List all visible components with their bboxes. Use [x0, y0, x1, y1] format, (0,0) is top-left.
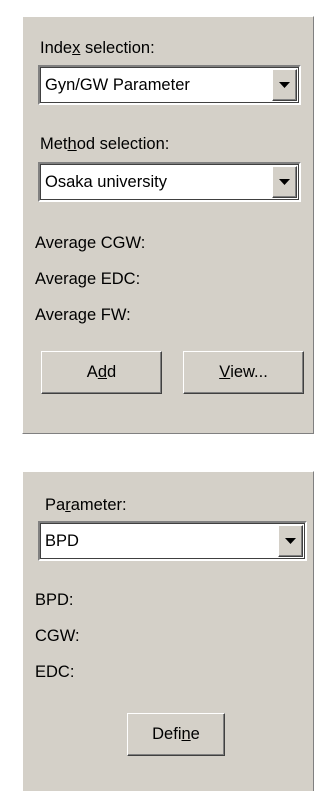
- add-button[interactable]: Add: [41, 351, 162, 394]
- method-dropdown-button[interactable]: [272, 166, 297, 198]
- average-cgw-label: Average CGW:: [35, 234, 146, 252]
- parameter-dropdown[interactable]: BPD: [38, 521, 307, 561]
- index-selection-label: Index selection:: [40, 39, 155, 57]
- parameter-value: BPD: [45, 531, 79, 550]
- view-button[interactable]: View...: [183, 351, 304, 394]
- method-selection-value: Osaka university: [45, 172, 167, 191]
- chevron-down-icon: [285, 537, 296, 544]
- parameter-dropdown-button[interactable]: [278, 525, 303, 557]
- chevron-down-icon: [279, 81, 290, 88]
- define-button[interactable]: Defi n e: [127, 713, 225, 756]
- cgw-result-label: CGW:: [35, 627, 80, 645]
- chevron-down-icon: [279, 178, 290, 185]
- method-selection-dropdown[interactable]: Osaka university: [38, 162, 301, 202]
- average-edc-label: Average EDC:: [35, 270, 141, 288]
- parameter-panel: Parameter: BPD BPD: CGW: EDC: Defi n e: [22, 471, 314, 791]
- index-selection-dropdown[interactable]: Gyn/GW Parameter: [38, 65, 301, 105]
- index-selection-panel: Index selection: Gyn/GW Parameter Method…: [22, 16, 314, 434]
- method-selection-label: Method selection:: [40, 135, 170, 153]
- parameter-label: Parameter:: [45, 496, 127, 514]
- bpd-result-label: BPD:: [35, 591, 74, 609]
- edc-result-label: EDC:: [35, 663, 75, 681]
- average-fw-label: Average FW:: [35, 306, 131, 324]
- index-selection-value: Gyn/GW Parameter: [45, 75, 190, 94]
- index-dropdown-button[interactable]: [272, 69, 297, 101]
